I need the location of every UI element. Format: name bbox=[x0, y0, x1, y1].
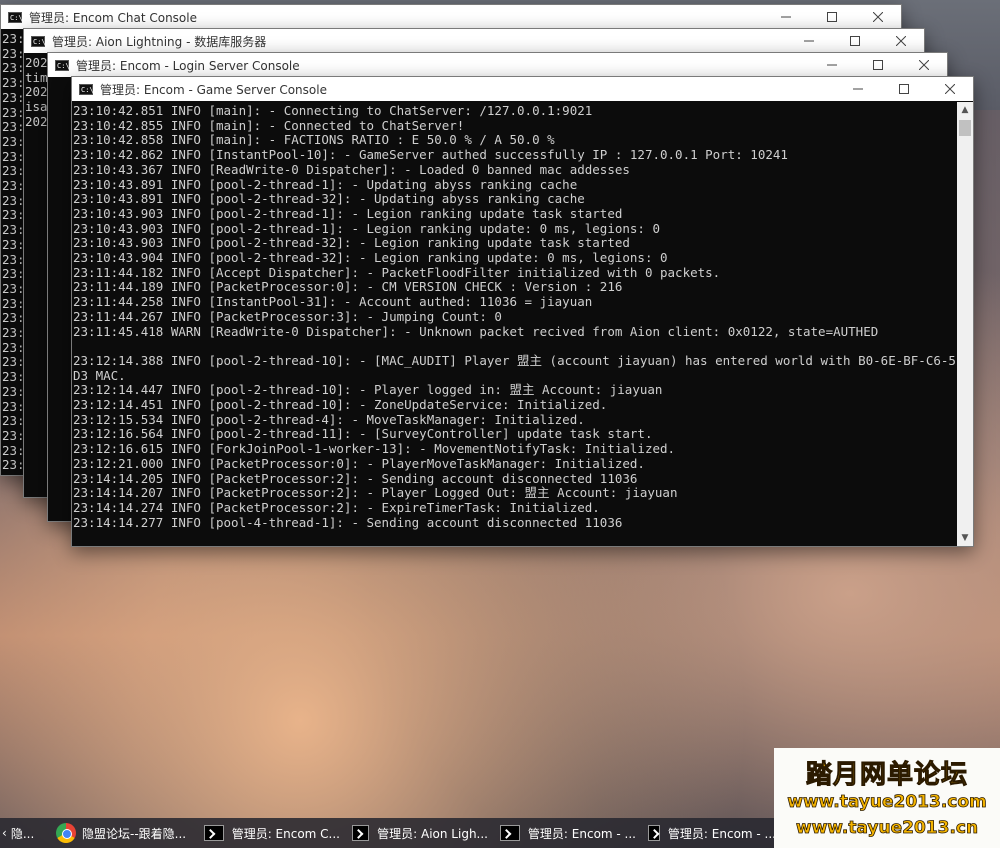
console-line: 23:12:15.534 INFO [pool-2-thread-4]: - M… bbox=[73, 411, 585, 427]
cmd-icon: C:\ bbox=[55, 59, 70, 71]
console-line: 23:12:14.388 INFO [pool-2-thread-10]: - … bbox=[73, 352, 957, 368]
maximize-icon bbox=[827, 12, 837, 22]
console-line: 23:12:14.447 INFO [pool-2-thread-10]: - … bbox=[73, 382, 663, 398]
maximize-button[interactable] bbox=[855, 53, 901, 77]
db-server-titlebar[interactable]: C:\ 管理员: Aion Lightning - 数据库服务器 bbox=[24, 29, 924, 53]
scroll-up-arrow-icon[interactable]: ▲ bbox=[957, 102, 973, 118]
console-line: 23:10:43.904 INFO [pool-2-thread-32]: - … bbox=[73, 250, 668, 266]
window-title: 管理员: Encom - Game Server Console bbox=[100, 82, 327, 97]
close-icon bbox=[896, 36, 906, 46]
cmd-icon bbox=[500, 825, 520, 841]
taskbar-item-label: 管理员: Encom - ... bbox=[667, 826, 776, 841]
console-line: 23:12:21.000 INFO [PacketProcessor:0]: -… bbox=[73, 455, 645, 471]
console-line: 23:10:42.855 INFO [main]: - Connected to… bbox=[73, 117, 465, 133]
cmd-icon bbox=[204, 825, 224, 841]
console-line: 23:10:43.903 INFO [pool-2-thread-1]: - L… bbox=[73, 205, 623, 221]
maximize-icon bbox=[873, 60, 883, 70]
console-line: 23:11:44.189 INFO [PacketProcessor:0]: -… bbox=[73, 279, 623, 295]
minimize-icon bbox=[853, 88, 863, 90]
console-line: 23:11:44.267 INFO [PacketProcessor:3]: -… bbox=[73, 308, 502, 324]
chat-console-titlebar[interactable]: C:\ 管理员: Encom Chat Console bbox=[1, 5, 901, 29]
minimize-icon bbox=[781, 16, 791, 18]
console-line: 23:10:43.367 INFO [ReadWrite-0 Dispatche… bbox=[73, 161, 630, 177]
close-button[interactable] bbox=[855, 5, 901, 29]
close-icon bbox=[873, 12, 883, 22]
maximize-button[interactable] bbox=[881, 77, 927, 101]
console-output[interactable]: 23:10:42.851 INFO [main]: - Connecting t… bbox=[72, 102, 957, 546]
window-title: 管理员: Encom Chat Console bbox=[29, 10, 197, 25]
console-line: 23:12:16.564 INFO [pool-2-thread-11]: - … bbox=[73, 426, 653, 442]
watermark-logo: 踏月网单论坛 www.tayue2013.com www.tayue2013.c… bbox=[774, 748, 1000, 848]
maximize-icon bbox=[899, 84, 909, 94]
close-icon bbox=[919, 60, 929, 70]
window-title: 管理员: Encom - Login Server Console bbox=[76, 58, 300, 73]
console-line: 23:14:14.277 INFO [pool-4-thread-1]: - S… bbox=[73, 514, 623, 530]
minimize-icon bbox=[827, 64, 837, 66]
scroll-down-arrow-icon[interactable]: ▼ bbox=[957, 530, 973, 546]
game-server-titlebar[interactable]: C:\ 管理员: Encom - Game Server Console bbox=[72, 77, 973, 101]
maximize-icon bbox=[850, 36, 860, 46]
watermark-title: 踏月网单论坛 bbox=[805, 760, 968, 791]
console-line: 23:10:43.903 INFO [pool-2-thread-32]: - … bbox=[73, 235, 630, 251]
cmd-icon: C:\ bbox=[79, 83, 94, 95]
console-line: 23:10:43.891 INFO [pool-2-thread-1]: - U… bbox=[73, 176, 578, 192]
game-server-window[interactable]: C:\ 管理员: Encom - Game Server Console 23:… bbox=[71, 76, 974, 547]
close-button[interactable] bbox=[927, 77, 973, 101]
console-line: 23:11:44.182 INFO [Accept Dispatcher]: -… bbox=[73, 264, 721, 280]
console-line: 23:14:14.205 INFO [PacketProcessor:2]: -… bbox=[73, 470, 638, 486]
console-line: 23:14:14.207 INFO [PacketProcessor:2]: -… bbox=[73, 485, 678, 501]
taskbar-item-label: 隐... bbox=[10, 826, 35, 841]
console-line: D3 MAC. bbox=[73, 367, 126, 383]
close-button[interactable] bbox=[878, 29, 924, 53]
maximize-button[interactable] bbox=[832, 29, 878, 53]
console-line: 23:14:14.274 INFO [PacketProcessor:2]: -… bbox=[73, 499, 600, 515]
console-line: 23:10:42.858 INFO [main]: - FACTIONS RAT… bbox=[73, 132, 555, 148]
minimize-button[interactable] bbox=[786, 29, 832, 53]
console-line: 23:10:42.851 INFO [main]: - Connecting t… bbox=[73, 103, 593, 118]
close-icon bbox=[945, 84, 955, 94]
taskbar-item-label: 隐盟论坛--跟着隐... bbox=[82, 826, 187, 841]
cmd-icon bbox=[352, 825, 370, 841]
console-line: 23:10:43.903 INFO [pool-2-thread-1]: - L… bbox=[73, 220, 660, 236]
cmd-icon bbox=[648, 825, 660, 841]
vertical-scrollbar[interactable]: ▲ ▼ bbox=[957, 102, 973, 546]
minimize-button[interactable] bbox=[763, 5, 809, 29]
arrow-icon: ‹ bbox=[2, 826, 7, 840]
scrollbar-thumb[interactable] bbox=[959, 120, 971, 136]
taskbar-item-browser[interactable]: 隐盟论坛--跟着隐... bbox=[50, 818, 198, 848]
cmd-icon: C:\ bbox=[31, 35, 46, 47]
watermark-url-cn: www.tayue2013.cn bbox=[795, 818, 979, 839]
close-button[interactable] bbox=[901, 53, 947, 77]
console-line: 23:10:42.862 INFO [InstantPool-10]: - Ga… bbox=[73, 147, 788, 163]
console-line: 23:10:43.891 INFO [pool-2-thread-32]: - … bbox=[73, 191, 585, 207]
minimize-button[interactable] bbox=[809, 53, 855, 77]
taskbar-item-game-console[interactable]: 管理员: Encom - ... bbox=[642, 818, 782, 848]
taskbar-item-hidden[interactable]: ‹ 隐... bbox=[0, 818, 50, 848]
window-title: 管理员: Aion Lightning - 数据库服务器 bbox=[52, 34, 267, 49]
taskbar-item-label: 管理员: Encom - ... bbox=[527, 826, 636, 841]
taskbar-item-label: 管理员: Aion Ligh... bbox=[377, 826, 488, 841]
cmd-icon: C:\ bbox=[8, 11, 23, 23]
console-line: 23:11:44.258 INFO [InstantPool-31]: - Ac… bbox=[73, 294, 593, 310]
taskbar-item-label: 管理员: Encom C... bbox=[231, 826, 340, 841]
maximize-button[interactable] bbox=[809, 5, 855, 29]
minimize-button[interactable] bbox=[835, 77, 881, 101]
taskbar-item-login-console[interactable]: 管理员: Encom - ... bbox=[494, 818, 642, 848]
taskbar-item-chat-console[interactable]: 管理员: Encom C... bbox=[198, 818, 346, 848]
taskbar-item-db-server[interactable]: 管理员: Aion Ligh... bbox=[346, 818, 494, 848]
chrome-icon bbox=[56, 823, 76, 843]
watermark-url-com: www.tayue2013.com bbox=[787, 792, 987, 813]
login-server-titlebar[interactable]: C:\ 管理员: Encom - Login Server Console bbox=[48, 53, 947, 77]
minimize-icon bbox=[804, 40, 814, 42]
console-line: 23:11:45.418 WARN [ReadWrite-0 Dispatche… bbox=[73, 323, 879, 339]
console-line: 23:12:14.451 INFO [pool-2-thread-10]: - … bbox=[73, 397, 608, 413]
console-line: 23:12:16.615 INFO [ForkJoinPool-1-worker… bbox=[73, 441, 676, 457]
